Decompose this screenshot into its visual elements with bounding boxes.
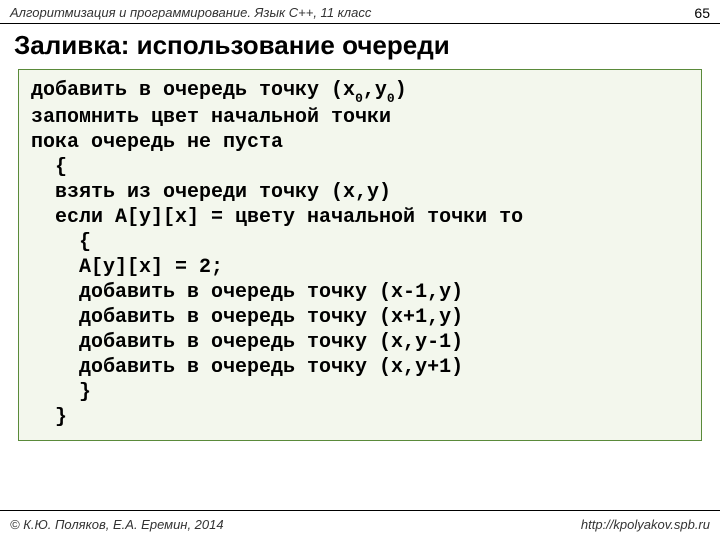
code-line: если A[y][x] = цвету начальной точки то <box>31 205 689 230</box>
t: добавить в очередь точку (x <box>31 79 355 102</box>
copyright: © К.Ю. Поляков, Е.А. Еремин, 2014 <box>10 517 224 532</box>
code-line: A[y][x] = 2; <box>31 255 689 280</box>
code-line: добавить в очередь точку (x,y+1) <box>31 355 689 380</box>
t: 0 <box>387 91 395 106</box>
code-line: добавить в очередь точку (x0,y0) <box>31 78 689 105</box>
page-number: 65 <box>694 5 710 21</box>
code-line: пока очередь не пуста <box>31 130 689 155</box>
code-line: добавить в очередь точку (x+1,y) <box>31 305 689 330</box>
code-line: добавить в очередь точку (x,y-1) <box>31 330 689 355</box>
code-line: { <box>31 155 689 180</box>
code-line: } <box>31 380 689 405</box>
footer-url: http://kpolyakov.spb.ru <box>581 517 710 532</box>
t: ,y <box>363 79 387 102</box>
footer-bar: © К.Ю. Поляков, Е.А. Еремин, 2014 http:/… <box>0 510 720 540</box>
code-line: взять из очереди точку (x,y) <box>31 180 689 205</box>
code-line: { <box>31 230 689 255</box>
course-label: Алгоритмизация и программирование. Язык … <box>10 5 371 20</box>
t: 0 <box>355 91 363 106</box>
code-line: добавить в очередь точку (x-1,y) <box>31 280 689 305</box>
code-line: } <box>31 405 689 430</box>
t: ) <box>395 79 407 102</box>
header-bar: Алгоритмизация и программирование. Язык … <box>0 0 720 24</box>
page-title: Заливка: использование очереди <box>0 24 720 69</box>
code-block: добавить в очередь точку (x0,y0) запомни… <box>18 69 702 441</box>
code-line: запомнить цвет начальной точки <box>31 105 689 130</box>
